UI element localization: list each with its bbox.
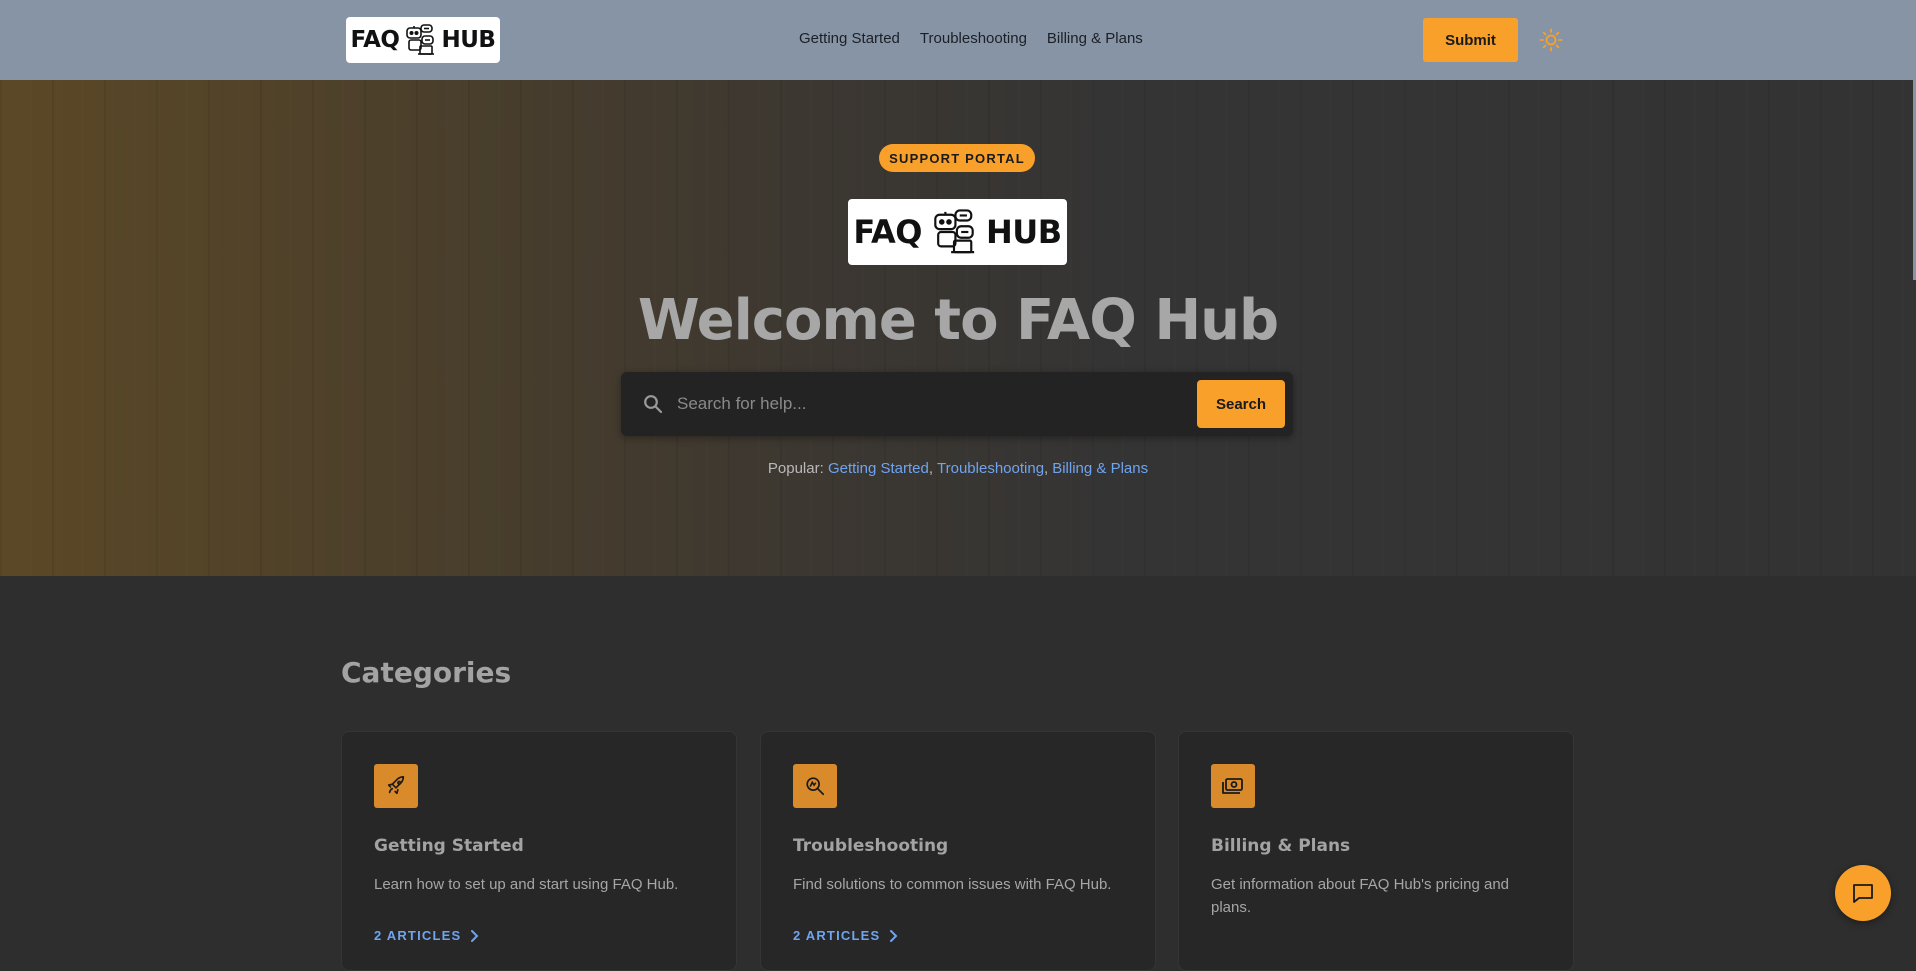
money-icon	[1211, 764, 1255, 808]
categories-heading: Categories	[341, 656, 512, 689]
articles-count: 2 ARTICLES	[793, 928, 881, 943]
robot-chat-icon	[934, 209, 975, 254]
category-card-troubleshooting[interactable]: Troubleshooting Find solutions to common…	[760, 731, 1156, 971]
support-portal-badge: SUPPORT PORTAL	[879, 144, 1035, 172]
card-title: Getting Started	[374, 836, 524, 856]
card-articles-link[interactable]: 2 ARTICLES	[793, 928, 898, 943]
popular-link-billing-plans[interactable]: Billing & Plans	[1052, 460, 1148, 477]
card-description: Learn how to set up and start using FAQ …	[374, 876, 679, 893]
rocket-icon	[374, 764, 418, 808]
popular-separator: ,	[928, 460, 934, 477]
page-title: Welcome to FAQ Hub	[637, 288, 1279, 353]
chat-icon	[1853, 884, 1873, 903]
popular-separator: ,	[1044, 460, 1049, 477]
category-card-billing-plans[interactable]: Billing & Plans Get information about FA…	[1178, 731, 1574, 971]
hero-logo: FAQ HUB	[848, 199, 1067, 265]
chevron-right-icon	[890, 929, 898, 942]
chat-button[interactable]	[1835, 865, 1891, 921]
category-card-getting-started[interactable]: Getting Started Learn how to set up and …	[341, 731, 737, 971]
logo-word-left: FAQ	[350, 27, 400, 53]
submit-button[interactable]: Submit	[1423, 18, 1518, 62]
site-logo[interactable]: FAQ HUB	[346, 17, 500, 63]
search-input[interactable]	[677, 386, 1077, 422]
card-articles-link[interactable]: 2 ARTICLES	[374, 928, 479, 943]
popular-link-getting-started[interactable]: Getting Started	[828, 460, 929, 477]
card-description: Find solutions to common issues with FAQ…	[793, 876, 1112, 893]
main-nav: Getting Started Troubleshooting Billing …	[799, 30, 1143, 47]
popular-searches: Popular: Getting Started, Troubleshooting…	[0, 460, 1916, 477]
card-description: Get information about FAQ Hub's pricing …	[1211, 876, 1510, 916]
robot-chat-icon	[406, 24, 435, 55]
card-title: Billing & Plans	[1211, 836, 1351, 856]
popular-link-troubleshooting[interactable]: Troubleshooting	[937, 460, 1044, 477]
sun-icon[interactable]	[1538, 27, 1564, 53]
nav-link-troubleshooting[interactable]: Troubleshooting	[920, 30, 1027, 47]
nav-link-billing-plans[interactable]: Billing & Plans	[1047, 30, 1143, 47]
hero-logo-word-left: FAQ	[853, 213, 922, 251]
top-navigation-bar: FAQ HUB Getting Started Troubleshooting …	[0, 0, 1916, 80]
hero-logo-word-right: HUB	[986, 213, 1062, 251]
search-bar: Search	[621, 372, 1293, 436]
chevron-right-icon	[471, 929, 479, 942]
search-button[interactable]: Search	[1197, 380, 1285, 428]
logo-word-right: HUB	[441, 27, 496, 53]
search-icon	[644, 395, 663, 414]
nav-link-getting-started[interactable]: Getting Started	[799, 30, 900, 47]
popular-label: Popular:	[767, 460, 824, 477]
magnify-wrench-icon	[793, 764, 837, 808]
card-title: Troubleshooting	[793, 836, 949, 856]
articles-count: 2 ARTICLES	[374, 928, 462, 943]
